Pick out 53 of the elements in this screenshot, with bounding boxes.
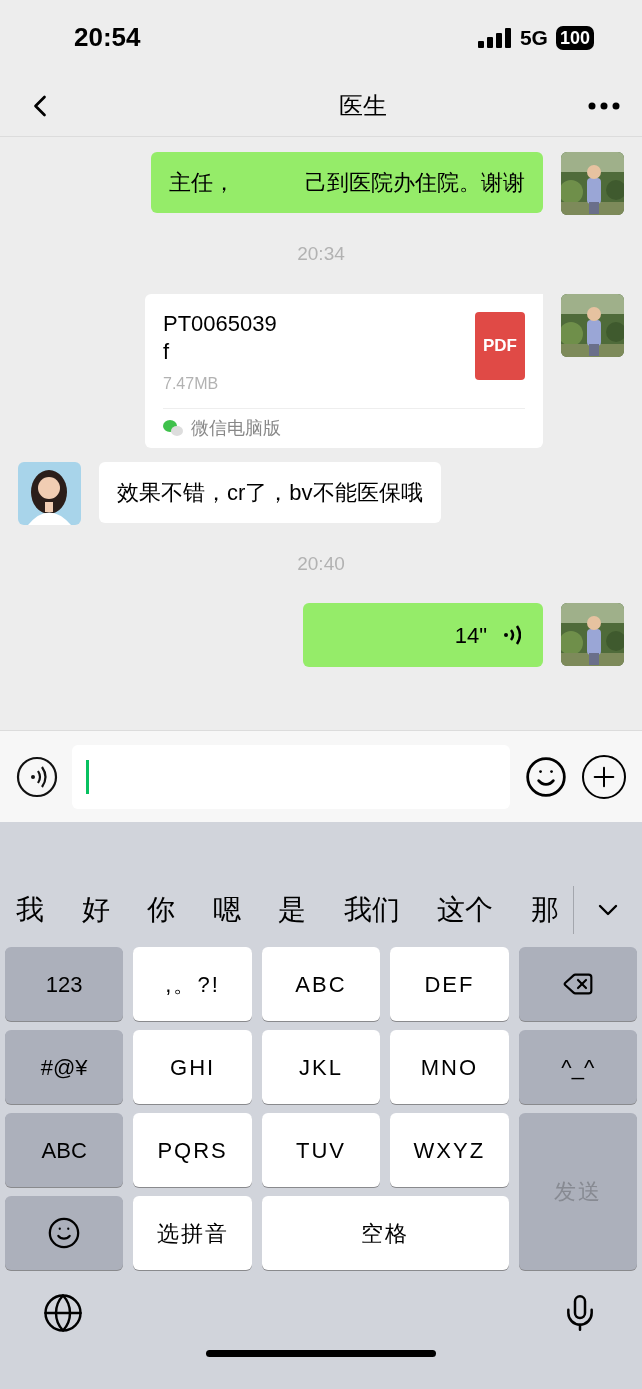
keyboard-key[interactable]: WXYZ	[390, 1113, 509, 1187]
candidate-word[interactable]: 我	[16, 889, 44, 931]
more-icon[interactable]	[588, 101, 620, 110]
keyboard-key[interactable]: JKL	[261, 1030, 381, 1104]
globe-icon[interactable]	[42, 1292, 84, 1334]
chat-title: 医生	[339, 90, 387, 121]
candidate-word[interactable]: 好	[81, 889, 110, 931]
delete-key[interactable]	[518, 947, 637, 1021]
keyboard-key[interactable]: GHI	[133, 1030, 252, 1104]
keyboard-key[interactable]: TUV	[261, 1113, 381, 1187]
file-name: f	[163, 337, 171, 366]
file-card[interactable]: PT0065039 f 7.47MB PDF 微信电脑版	[145, 293, 543, 448]
add-icon[interactable]	[582, 754, 626, 799]
candidate-word[interactable]: 是	[278, 889, 307, 931]
candidate-word[interactable]: 这个	[437, 889, 494, 931]
source-label: 微信电脑版	[191, 416, 281, 440]
message-bubble[interactable]: 效果不错，cr了，bv不能医保哦	[99, 461, 441, 523]
timestamp: 20:34	[297, 242, 345, 266]
message-text: 主任，	[169, 169, 235, 197]
file-size: 7.47MB	[163, 373, 220, 394]
timestamp: 20:40	[297, 551, 345, 576]
message-input-field[interactable]	[72, 744, 510, 809]
candidate-word[interactable]: 那	[530, 889, 559, 931]
candidate-word[interactable]: 我们	[343, 889, 400, 931]
emoji-icon[interactable]	[524, 754, 568, 799]
emoji-key[interactable]	[5, 1196, 124, 1270]
keyboard-key[interactable]: #@¥	[5, 1030, 124, 1104]
message-bubble[interactable]: 主任， 己到医院办住院。谢谢	[151, 152, 543, 213]
voice-input-icon[interactable]	[16, 755, 58, 798]
keyboard-key[interactable]: 123	[5, 947, 124, 1021]
voice-wave-icon	[501, 623, 521, 647]
chat-bubbles-icon	[163, 420, 183, 436]
voice-message[interactable]: 14"	[303, 603, 543, 667]
keyboard-key[interactable]: 选拼音	[133, 1196, 252, 1270]
signal-icon	[477, 27, 512, 48]
emoji-icon	[47, 1216, 82, 1250]
space-key[interactable]: 空格	[261, 1196, 509, 1270]
keyboard-key[interactable]: MNO	[390, 1030, 509, 1104]
keyboard-key[interactable]: DEF	[390, 947, 509, 1021]
keyboard-key[interactable]: PQRS	[133, 1113, 252, 1187]
network-label: 5G	[519, 24, 548, 51]
keyboard-key[interactable]: ^_^	[518, 1030, 637, 1104]
candidate-word[interactable]: 嗯	[212, 889, 241, 931]
status-time: 20:54	[74, 21, 141, 54]
message-text: 效果不错，cr了，bv不能医保哦	[117, 478, 423, 507]
battery-indicator: 100	[555, 25, 594, 50]
keyboard-key[interactable]: ,。?!	[133, 947, 252, 1021]
keyboard-key[interactable]: ABC	[5, 1113, 124, 1187]
file-name: PT0065039	[163, 309, 277, 338]
pdf-file-icon: PDF	[475, 311, 525, 380]
candidate-word[interactable]: 你	[147, 889, 176, 931]
keyboard-key[interactable]: ABC	[261, 947, 381, 1021]
message-text: 己到医院办住院。谢谢	[305, 169, 525, 197]
